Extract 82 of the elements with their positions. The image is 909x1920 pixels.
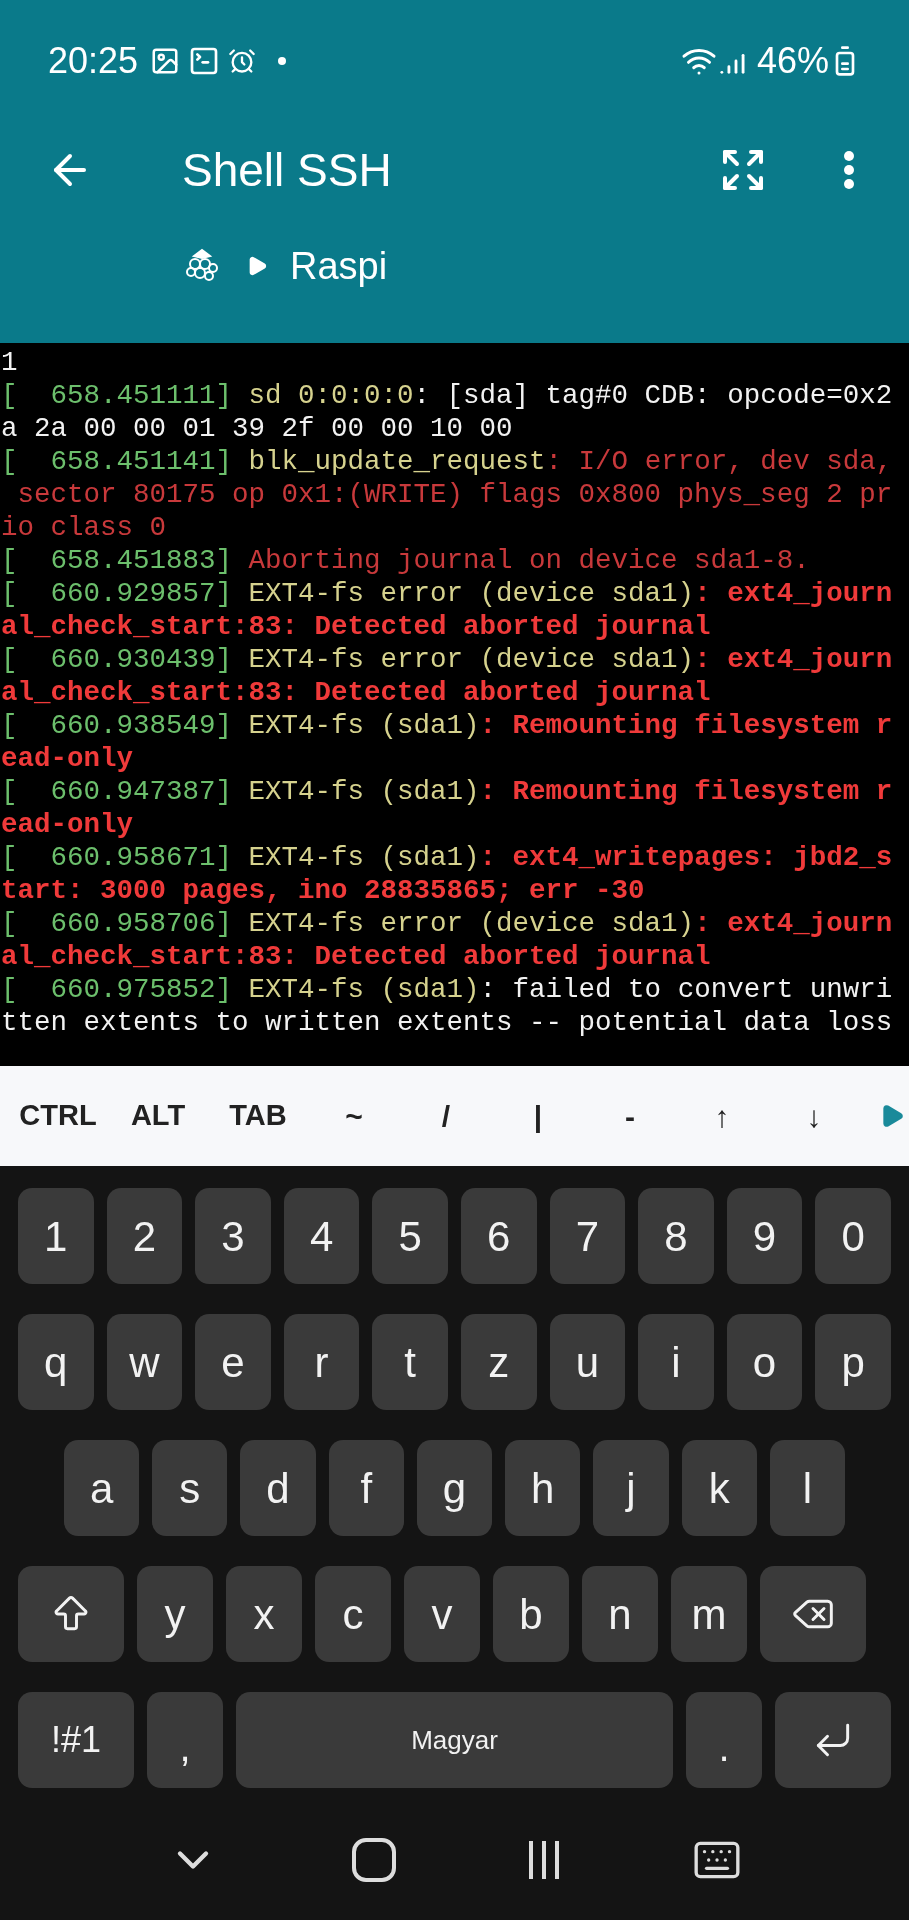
status-time: 20:25: [48, 39, 139, 83]
terminal-line: sector 80175 op 0x1:(WRITE) flags 0x800 phys_seg 2 pr: [16, 478, 893, 511]
terminal-line: 1: [1, 346, 18, 379]
key[interactable]: 9: [726, 1188, 803, 1284]
app-title: Shell SSH: [182, 142, 393, 198]
key[interactable]: g: [416, 1440, 493, 1536]
shift-key[interactable]: [18, 1566, 124, 1662]
image-icon: [150, 46, 181, 76]
more-icon: [843, 150, 855, 190]
breadcrumb-host: Raspi: [290, 243, 388, 289]
terminal-line: ead-only: [1, 808, 134, 841]
extra-key[interactable]: ↑: [676, 1093, 768, 1139]
key[interactable]: m: [671, 1566, 747, 1662]
extra-key[interactable]: TAB: [208, 1094, 308, 1138]
terminal-line: io class 0: [1, 511, 167, 544]
terminal-line: a 2a 00 00 01 39 2f 00 00 10 00: [1, 412, 513, 445]
extra-key[interactable]: -: [584, 1093, 676, 1139]
key[interactable]: e: [195, 1314, 271, 1410]
key[interactable]: y: [137, 1566, 213, 1662]
extra-key[interactable]: ↓: [768, 1093, 860, 1139]
terminal-line: al_check_start:83: Detected aborted journal: [1, 940, 711, 973]
key[interactable]: l: [769, 1440, 845, 1536]
key[interactable]: p: [815, 1314, 891, 1410]
backspace-key[interactable]: [760, 1566, 866, 1662]
key[interactable]: 7: [549, 1188, 626, 1284]
enter-key[interactable]: [775, 1692, 891, 1788]
key[interactable]: k: [681, 1440, 757, 1536]
extra-key[interactable]: |: [492, 1093, 584, 1139]
key[interactable]: a: [64, 1440, 140, 1536]
key[interactable]: i: [638, 1314, 714, 1410]
recents-button[interactable]: [529, 1841, 560, 1879]
terminal-line: [ 658.451883] Aborting journal on device sda1-8.: [1, 544, 810, 577]
key[interactable]: j: [593, 1440, 669, 1536]
terminal-line: [ 660.958706] EXT4-fs error (device sda1): ext4_journ: [1, 907, 893, 940]
key[interactable]: 5: [372, 1188, 448, 1284]
terminal-line: [ 660.975852] EXT4-fs (sda1): failed to convert unwri: [1, 973, 893, 1006]
key[interactable]: z: [460, 1314, 537, 1410]
key[interactable]: s: [152, 1440, 228, 1536]
symbols-key[interactable]: !#1: [18, 1692, 134, 1788]
terminal-line: tten extents to written extents -- potential data loss: [1, 1006, 893, 1039]
key[interactable]: x: [226, 1566, 302, 1662]
key[interactable]: r: [283, 1314, 360, 1410]
terminal-line: tart: 3000 pages, ino 28835865; err -30: [1, 874, 645, 907]
key[interactable]: 1: [18, 1188, 94, 1284]
key[interactable]: o: [726, 1314, 803, 1410]
key[interactable]: w: [106, 1314, 183, 1410]
key[interactable]: ,: [147, 1692, 223, 1788]
key[interactable]: t: [372, 1314, 448, 1410]
space-key[interactable]: Magyar: [236, 1692, 673, 1788]
key[interactable]: d: [240, 1440, 316, 1536]
extra-key[interactable]: CTRL: [8, 1094, 108, 1138]
key[interactable]: 8: [638, 1188, 714, 1284]
terminal-line: [ 660.930439] EXT4-fs error (device sda1): ext4_journ: [1, 643, 893, 676]
key[interactable]: 2: [106, 1188, 183, 1284]
terminal-line: [ 658.451141] blk_update_request: I/O error, dev sda,: [1, 445, 893, 478]
terminal-line: al_check_start:83: Detected aborted journal: [1, 676, 711, 709]
key[interactable]: q: [18, 1314, 94, 1410]
terminal-line: [ 660.938549] EXT4-fs (sda1): Remounting filesystem r: [1, 709, 893, 742]
terminal-line: al_check_start:83: Detected aborted journal: [1, 610, 711, 643]
key[interactable]: b: [493, 1566, 569, 1662]
terminal-line: [ 658.451111] sd 0:0:0:0: [sda] tag#0 CDB: opcode=0x2: [1, 379, 893, 412]
home-button[interactable]: [351, 1838, 396, 1882]
key[interactable]: f: [328, 1440, 404, 1536]
key[interactable]: 0: [815, 1188, 891, 1284]
key[interactable]: v: [404, 1566, 480, 1662]
extra-key[interactable]: ALT: [108, 1094, 208, 1138]
key[interactable]: 6: [460, 1188, 537, 1284]
terminal-line: ead-only: [1, 742, 134, 775]
extra-key[interactable]: ~: [308, 1093, 400, 1139]
key[interactable]: c: [315, 1566, 391, 1662]
key[interactable]: u: [549, 1314, 626, 1410]
key[interactable]: .: [686, 1692, 762, 1788]
key[interactable]: 3: [195, 1188, 271, 1284]
terminal-line: [ 660.958671] EXT4-fs (sda1): ext4_writepages: jbd2_s: [1, 841, 893, 874]
extra-key[interactable]: /: [400, 1093, 492, 1139]
key[interactable]: 4: [283, 1188, 360, 1284]
alarm-icon: [228, 47, 257, 75]
key[interactable]: n: [582, 1566, 658, 1662]
terminal-line: [ 660.947387] EXT4-fs (sda1): Remounting filesystem r: [1, 775, 893, 808]
terminal-line: [ 660.929857] EXT4-fs error (device sda1): ext4_journ: [1, 577, 893, 610]
key[interactable]: h: [505, 1440, 581, 1536]
battery-level: 46%: [756, 39, 829, 83]
